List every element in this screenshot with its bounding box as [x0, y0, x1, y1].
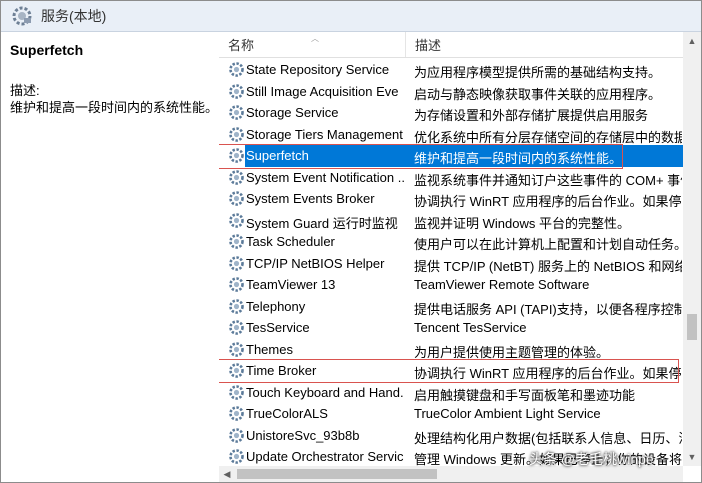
service-name: TCP/IP NetBIOS Helper: [246, 255, 385, 271]
gear-icon: [228, 276, 245, 293]
gear-icon: [228, 190, 245, 207]
service-detail-pane: Superfetch 描述: 维护和提高一段时间内的系统性能。: [1, 32, 219, 482]
service-description: 启用触摸键盘和手写面板笔和墨迹功能: [414, 387, 636, 403]
service-description: TrueColor Ambient Light Service: [414, 406, 601, 421]
gear-icon: [228, 319, 245, 336]
service-row[interactable]: TCP/IP NetBIOS Helper 提供 TCP/IP (NetBT) 服…: [219, 253, 683, 275]
service-name: TesService: [246, 320, 310, 335]
services-gear-icon: [12, 6, 32, 26]
service-row[interactable]: TrueColorALS TrueColor Ambient Light Serv…: [219, 403, 683, 425]
service-name: Touch Keyboard and Hand...: [246, 384, 404, 400]
service-row[interactable]: System Guard 运行时监视 监视并证明 Windows 平台的完整性。: [219, 210, 683, 232]
vertical-scroll-thumb[interactable]: [687, 314, 697, 340]
title-bar: 服务(本地): [1, 1, 701, 32]
service-row[interactable]: TeamViewer 13 TeamViewer Remote Software: [219, 274, 683, 296]
scroll-down-icon[interactable]: ▼: [683, 448, 701, 466]
highlight-box-time-broker: [219, 359, 679, 383]
gear-icon: [228, 341, 245, 358]
gear-icon: [228, 104, 245, 121]
service-description: 为存储设置和外部存储扩展提供启用服务: [414, 108, 649, 123]
column-header-description[interactable]: 描述: [406, 32, 683, 57]
service-description: 监视并证明 Windows 平台的完整性。: [414, 215, 630, 231]
gear-icon: [228, 427, 245, 444]
list-header: 名称 ︿ 描述: [219, 32, 683, 58]
gear-icon: [228, 255, 245, 272]
service-name: System Event Notification ...: [246, 169, 404, 185]
selected-service-name: Superfetch: [10, 42, 84, 58]
service-name: TeamViewer 13: [246, 277, 336, 292]
service-row[interactable]: UnistoreSvc_93b8b 处理结构化用户数据(包括联系人信息、日历、消息: [219, 425, 683, 447]
service-description: 提供电话服务 API (TAPI)支持，以便各程序控制本: [414, 301, 682, 317]
service-name: Storage Tiers Management: [246, 126, 403, 142]
service-row[interactable]: Still Image Acquisition Eve 启动与静态映像获取事件关联…: [219, 81, 683, 103]
service-name: Task Scheduler: [246, 234, 335, 249]
service-row[interactable]: Storage Tiers Management 优化系统中所有分层存储空间的存储…: [219, 124, 683, 146]
services-window: 服务(本地) Superfetch 描述: 维护和提高一段时间内的系统性能。 名…: [0, 0, 702, 483]
service-row[interactable]: TesService Tencent TesService: [219, 317, 683, 339]
service-name: Still Image Acquisition Eve: [246, 83, 399, 99]
description-text: 维护和提高一段时间内的系统性能。: [10, 100, 219, 115]
service-row[interactable]: Storage Service 为存储设置和外部存储扩展提供启用服务: [219, 102, 683, 124]
scroll-left-icon[interactable]: ◀: [219, 466, 235, 482]
highlight-box-superfetch: [219, 144, 623, 169]
gear-icon: [228, 448, 245, 465]
gear-icon: [228, 83, 245, 100]
services-list: 名称 ︿ 描述 State Repository Service 为应用程序模型提…: [219, 32, 683, 466]
watermark: 头条 @老毛桃winpe: [529, 451, 654, 467]
services-rows: State Repository Service 为应用程序模型提供所需的基础结构…: [219, 59, 683, 466]
sort-up-icon: ︿: [311, 34, 319, 43]
service-description: 使用户可以在此计算机上配置和计划自动任务。此: [414, 237, 682, 252]
gear-icon: [228, 233, 245, 250]
service-row[interactable]: Touch Keyboard and Hand... 启用触摸键盘和手写面板笔和墨…: [219, 382, 683, 404]
gear-icon: [228, 126, 245, 143]
column-name-label: 名称: [228, 38, 255, 53]
service-description: 启动与静态映像获取事件关联的应用程序。: [414, 86, 662, 102]
service-row[interactable]: System Event Notification ... 监视系统事件并通知订户…: [219, 167, 683, 189]
service-description: 处理结构化用户数据(包括联系人信息、日历、消息: [414, 430, 682, 446]
service-description: 监视系统事件并通知订户这些事件的 COM+ 事件: [414, 172, 682, 188]
service-description: 协调执行 WinRT 应用程序的后台作业。如果停止: [414, 194, 682, 209]
gear-icon: [228, 169, 245, 186]
service-name: State Repository Service: [246, 62, 390, 77]
window-title: 服务(本地): [41, 8, 107, 24]
service-row[interactable]: Telephony 提供电话服务 API (TAPI)支持，以便各程序控制本: [219, 296, 683, 318]
service-description: 为用户提供使用主题管理的体验。: [414, 344, 610, 360]
scroll-up-icon[interactable]: ▲: [683, 32, 701, 50]
gear-icon: [228, 61, 245, 78]
service-name: Themes: [246, 341, 293, 357]
service-name: System Events Broker: [246, 191, 375, 206]
service-description: Tencent TesService: [414, 320, 527, 335]
horizontal-scroll-thumb[interactable]: [237, 469, 437, 479]
service-description: 优化系统中所有分层存储空间的存储层中的数据放: [414, 129, 682, 145]
service-row[interactable]: Task Scheduler 使用户可以在此计算机上配置和计划自动任务。此: [219, 231, 683, 253]
service-name: Update Orchestrator Service: [246, 449, 404, 464]
service-row[interactable]: System Events Broker 协调执行 WinRT 应用程序的后台作业…: [219, 188, 683, 210]
service-description: 提供 TCP/IP (NetBT) 服务上的 NetBIOS 和网络上: [414, 258, 682, 274]
service-name: Storage Service: [246, 105, 339, 120]
gear-icon: [228, 212, 245, 229]
service-name: TrueColorALS: [246, 406, 328, 421]
service-name: Telephony: [246, 298, 306, 314]
service-name: System Guard 运行时监视: [246, 215, 398, 231]
service-description: TeamViewer Remote Software: [414, 277, 590, 292]
service-name: UnistoreSvc_93b8b: [246, 427, 360, 443]
service-row[interactable]: State Repository Service 为应用程序模型提供所需的基础结构…: [219, 59, 683, 81]
gear-icon: [228, 384, 245, 401]
gear-icon: [228, 405, 245, 422]
service-row[interactable]: Themes 为用户提供使用主题管理的体验。: [219, 339, 683, 361]
column-description-label: 描述: [415, 38, 442, 53]
service-description: 为应用程序模型提供所需的基础结构支持。: [414, 65, 662, 80]
vertical-scrollbar[interactable]: ▲ ▼: [683, 32, 701, 466]
gear-icon: [228, 298, 245, 315]
